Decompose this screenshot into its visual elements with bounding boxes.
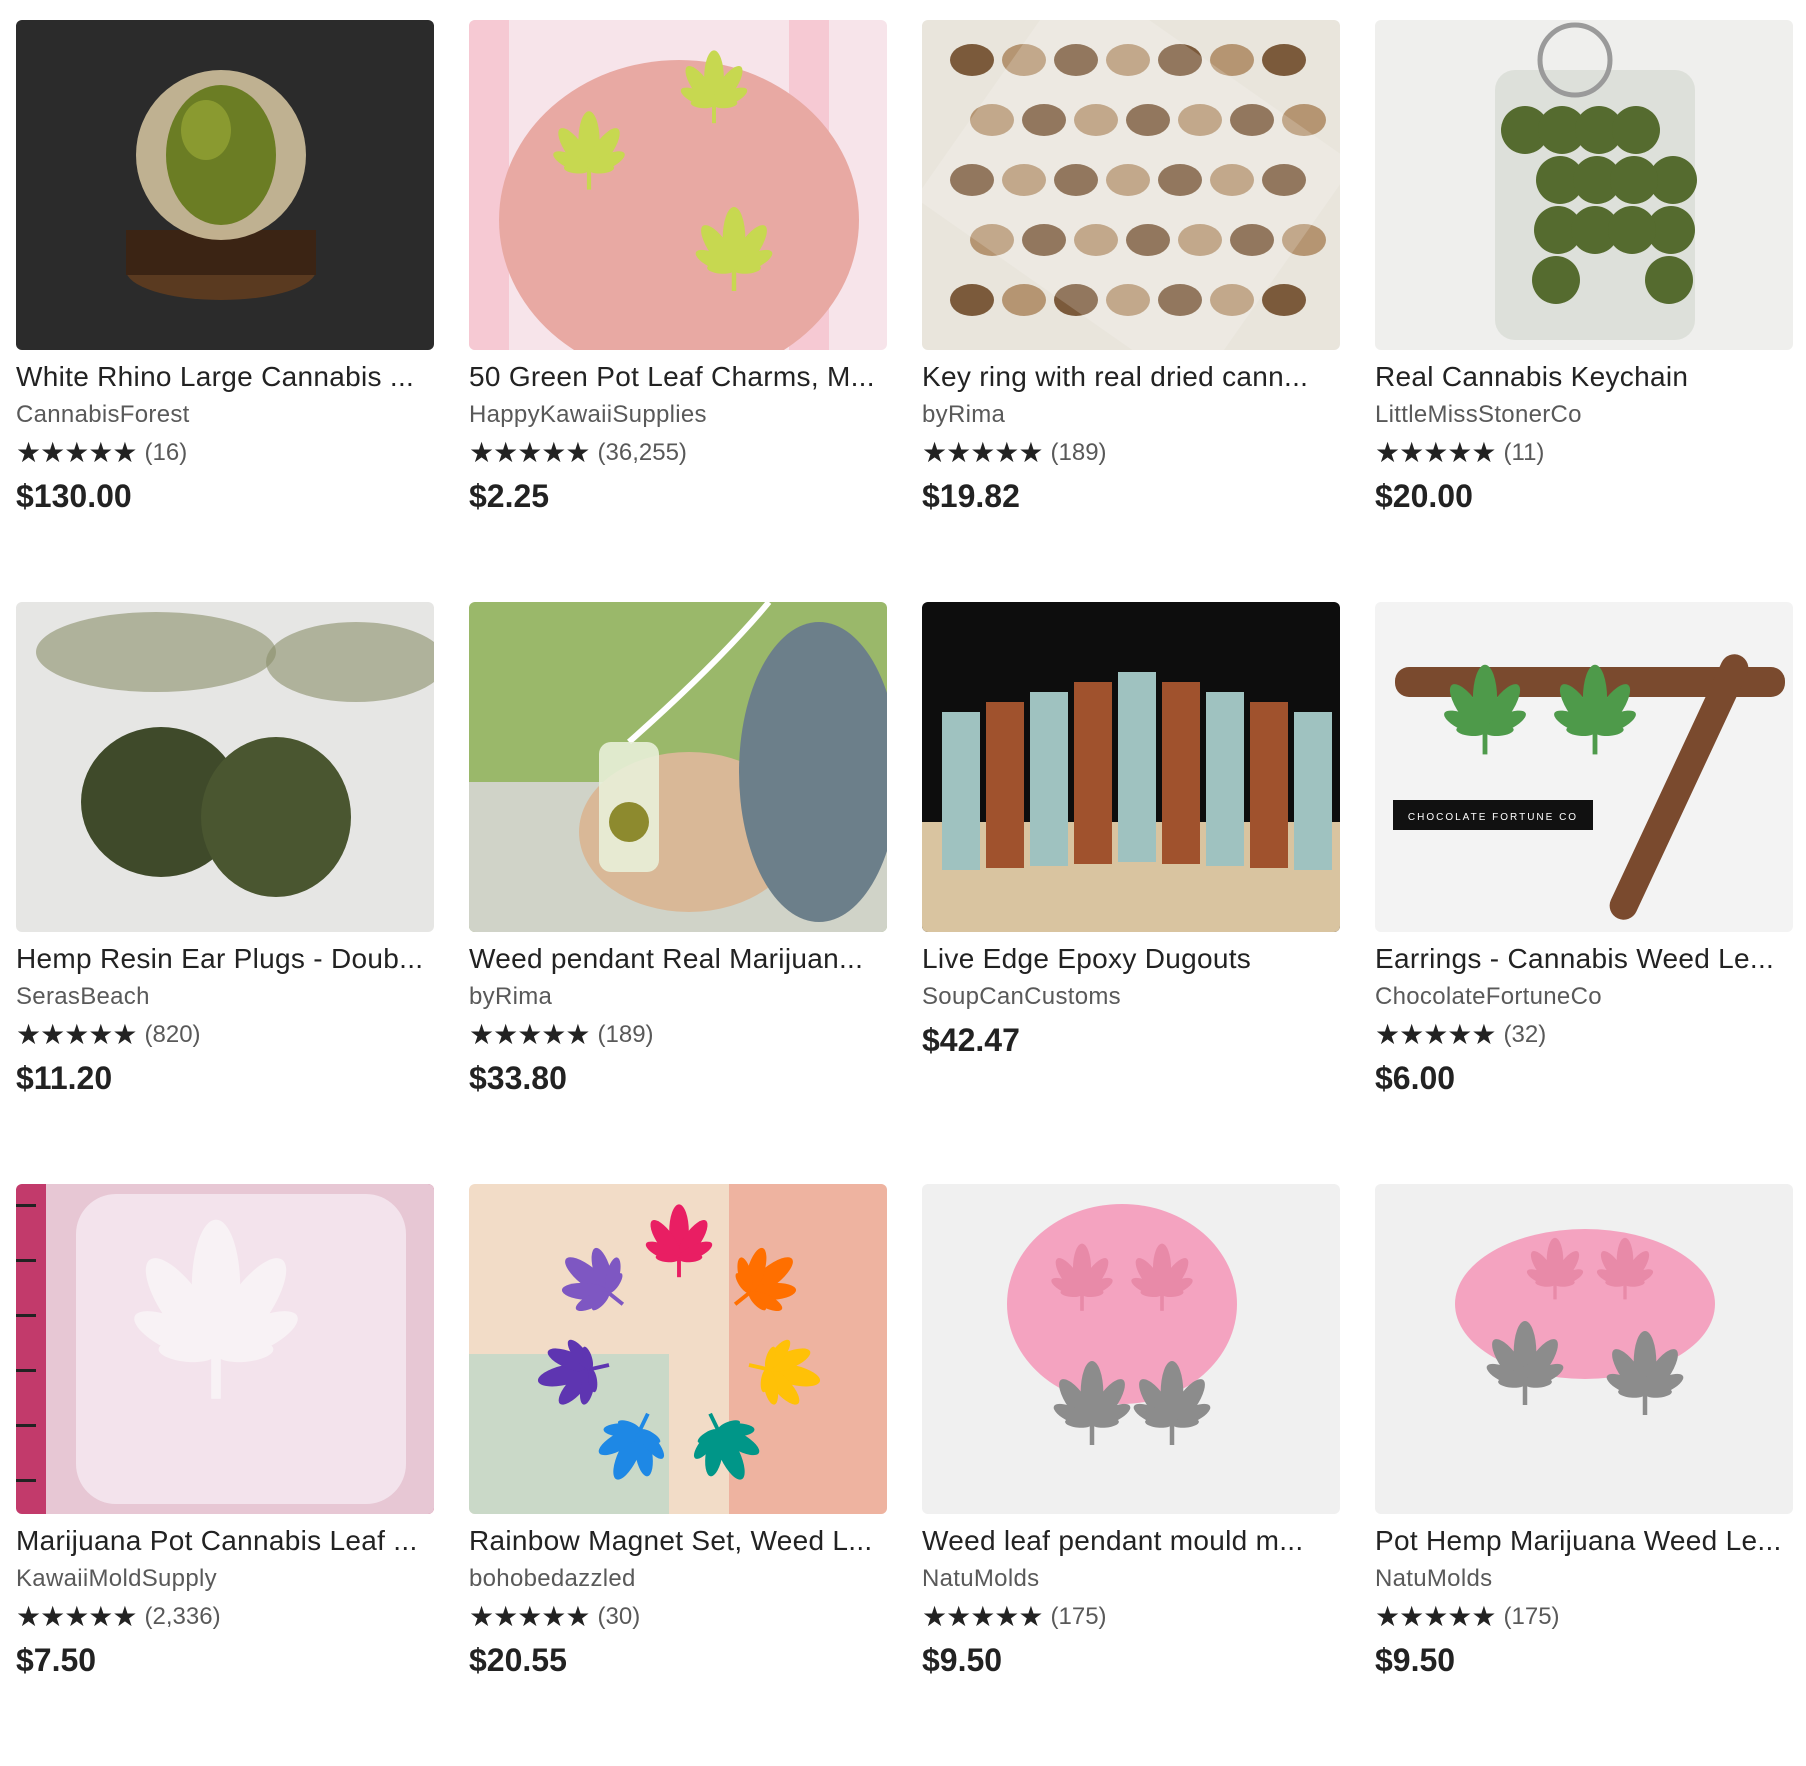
- listing-title[interactable]: Earrings - Cannabis Weed Le...: [1375, 942, 1793, 976]
- listing-image[interactable]: [1375, 1184, 1793, 1514]
- listing-title[interactable]: Weed leaf pendant mould m...: [922, 1524, 1340, 1558]
- shop-name[interactable]: byRima: [469, 982, 887, 1012]
- review-count: (189): [1050, 439, 1107, 466]
- rating: ★★★★★ (175): [1375, 1602, 1793, 1632]
- star-rating-icon: ★★★★★: [469, 1601, 591, 1632]
- listing-image[interactable]: [469, 20, 887, 350]
- listing-card[interactable]: Live Edge Epoxy Dugouts SoupCanCustoms $…: [922, 602, 1340, 1184]
- listing-image[interactable]: [922, 602, 1340, 932]
- review-count: (820): [144, 1021, 201, 1048]
- rating: ★★★★★ (2,336): [16, 1602, 434, 1632]
- listing-image[interactable]: [1375, 20, 1793, 350]
- listing-price: $20.55: [469, 1642, 567, 1678]
- rating: ★★★★★ (32): [1375, 1020, 1793, 1050]
- listing-title[interactable]: Live Edge Epoxy Dugouts: [922, 942, 1340, 976]
- shop-name[interactable]: LittleMissStonerCo: [1375, 400, 1793, 430]
- shop-name[interactable]: ChocolateFortuneCo: [1375, 982, 1793, 1012]
- rating: ★★★★★ (189): [469, 1020, 887, 1050]
- rating: ★★★★★ (30): [469, 1602, 887, 1632]
- listing-title[interactable]: 50 Green Pot Leaf Charms, M...: [469, 360, 887, 394]
- listing-price: $33.80: [469, 1060, 567, 1096]
- listing-price: $2.25: [469, 478, 550, 514]
- listing-price: $42.47: [922, 1022, 1020, 1058]
- listing-card[interactable]: Rainbow Magnet Set, Weed L... bohobedazz…: [469, 1184, 887, 1766]
- listing-image[interactable]: [469, 1184, 887, 1514]
- listing-card[interactable]: CHOCOLATE FORTUNE CO Earrings - Cannabis…: [1375, 602, 1793, 1184]
- listing-grid: White Rhino Large Cannabis ... CannabisF…: [16, 20, 1793, 1766]
- star-rating-icon: ★★★★★: [16, 1019, 138, 1050]
- review-count: (2,336): [144, 1603, 221, 1630]
- listing-image[interactable]: [16, 1184, 434, 1514]
- rating: ★★★★★ (189): [922, 438, 1340, 468]
- review-count: (16): [144, 439, 188, 466]
- listing-image[interactable]: [16, 602, 434, 932]
- star-rating-icon: ★★★★★: [1375, 1601, 1497, 1632]
- star-rating-icon: ★★★★★: [469, 437, 591, 468]
- star-rating-icon: ★★★★★: [922, 1601, 1044, 1632]
- star-rating-icon: ★★★★★: [1375, 1019, 1497, 1050]
- listing-title[interactable]: White Rhino Large Cannabis ...: [16, 360, 434, 394]
- rating: ★★★★★ (16): [16, 438, 434, 468]
- listing-title[interactable]: Pot Hemp Marijuana Weed Le...: [1375, 1524, 1793, 1558]
- shop-name[interactable]: bohobedazzled: [469, 1564, 887, 1594]
- rating: ★★★★★ (820): [16, 1020, 434, 1050]
- listing-title[interactable]: Real Cannabis Keychain: [1375, 360, 1793, 394]
- shop-name[interactable]: SoupCanCustoms: [922, 982, 1340, 1012]
- listing-price: $130.00: [16, 478, 132, 514]
- rating: ★★★★★ (175): [922, 1602, 1340, 1632]
- listing-card[interactable]: Pot Hemp Marijuana Weed Le... NatuMolds …: [1375, 1184, 1793, 1766]
- shop-name[interactable]: SerasBeach: [16, 982, 434, 1012]
- listing-image[interactable]: [922, 20, 1340, 350]
- review-count: (175): [1503, 1603, 1560, 1630]
- review-count: (189): [597, 1021, 654, 1048]
- listing-card[interactable]: Weed pendant Real Marijuan... byRima ★★★…: [469, 602, 887, 1184]
- listing-price: $6.00: [1375, 1060, 1456, 1096]
- listing-image[interactable]: [469, 602, 887, 932]
- shop-name[interactable]: NatuMolds: [1375, 1564, 1793, 1594]
- listing-card[interactable]: White Rhino Large Cannabis ... CannabisF…: [16, 20, 434, 602]
- listing-title[interactable]: Key ring with real dried cann...: [922, 360, 1340, 394]
- listing-price: $11.20: [16, 1060, 113, 1096]
- listing-card[interactable]: 50 Green Pot Leaf Charms, M... HappyKawa…: [469, 20, 887, 602]
- svg-text:CHOCOLATE FORTUNE CO: CHOCOLATE FORTUNE CO: [1408, 812, 1578, 823]
- review-count: (36,255): [597, 439, 687, 466]
- listing-price: $20.00: [1375, 478, 1473, 514]
- review-count: (30): [597, 1603, 641, 1630]
- shop-name[interactable]: byRima: [922, 400, 1340, 430]
- listing-price: $19.82: [922, 478, 1020, 514]
- listing-card[interactable]: Marijuana Pot Cannabis Leaf ... KawaiiMo…: [16, 1184, 434, 1766]
- star-rating-icon: ★★★★★: [922, 437, 1044, 468]
- listing-image[interactable]: [16, 20, 434, 350]
- listing-card[interactable]: Weed leaf pendant mould m... NatuMolds ★…: [922, 1184, 1340, 1766]
- listing-title[interactable]: Weed pendant Real Marijuan...: [469, 942, 887, 976]
- rating: ★★★★★ (36,255): [469, 438, 887, 468]
- listing-title[interactable]: Marijuana Pot Cannabis Leaf ...: [16, 1524, 434, 1558]
- listing-price: $9.50: [922, 1642, 1003, 1678]
- listing-card[interactable]: Hemp Resin Ear Plugs - Doub... SerasBeac…: [16, 602, 434, 1184]
- listing-image[interactable]: CHOCOLATE FORTUNE CO: [1375, 602, 1793, 932]
- shop-name[interactable]: CannabisForest: [16, 400, 434, 430]
- star-rating-icon: ★★★★★: [16, 1601, 138, 1632]
- shop-name[interactable]: NatuMolds: [922, 1564, 1340, 1594]
- listing-card[interactable]: Key ring with real dried cann... byRima …: [922, 20, 1340, 602]
- review-count: (32): [1503, 1021, 1547, 1048]
- listing-title[interactable]: Rainbow Magnet Set, Weed L...: [469, 1524, 887, 1558]
- listing-image[interactable]: [922, 1184, 1340, 1514]
- review-count: (175): [1050, 1603, 1107, 1630]
- listing-price: $9.50: [1375, 1642, 1456, 1678]
- star-rating-icon: ★★★★★: [469, 1019, 591, 1050]
- star-rating-icon: ★★★★★: [1375, 437, 1497, 468]
- review-count: (11): [1503, 439, 1545, 466]
- listing-card[interactable]: Real Cannabis Keychain LittleMissStonerC…: [1375, 20, 1793, 602]
- star-rating-icon: ★★★★★: [16, 437, 138, 468]
- shop-name[interactable]: HappyKawaiiSupplies: [469, 400, 887, 430]
- listing-price: $7.50: [16, 1642, 97, 1678]
- listing-title[interactable]: Hemp Resin Ear Plugs - Doub...: [16, 942, 434, 976]
- rating: ★★★★★ (11): [1375, 438, 1793, 468]
- shop-name[interactable]: KawaiiMoldSupply: [16, 1564, 434, 1594]
